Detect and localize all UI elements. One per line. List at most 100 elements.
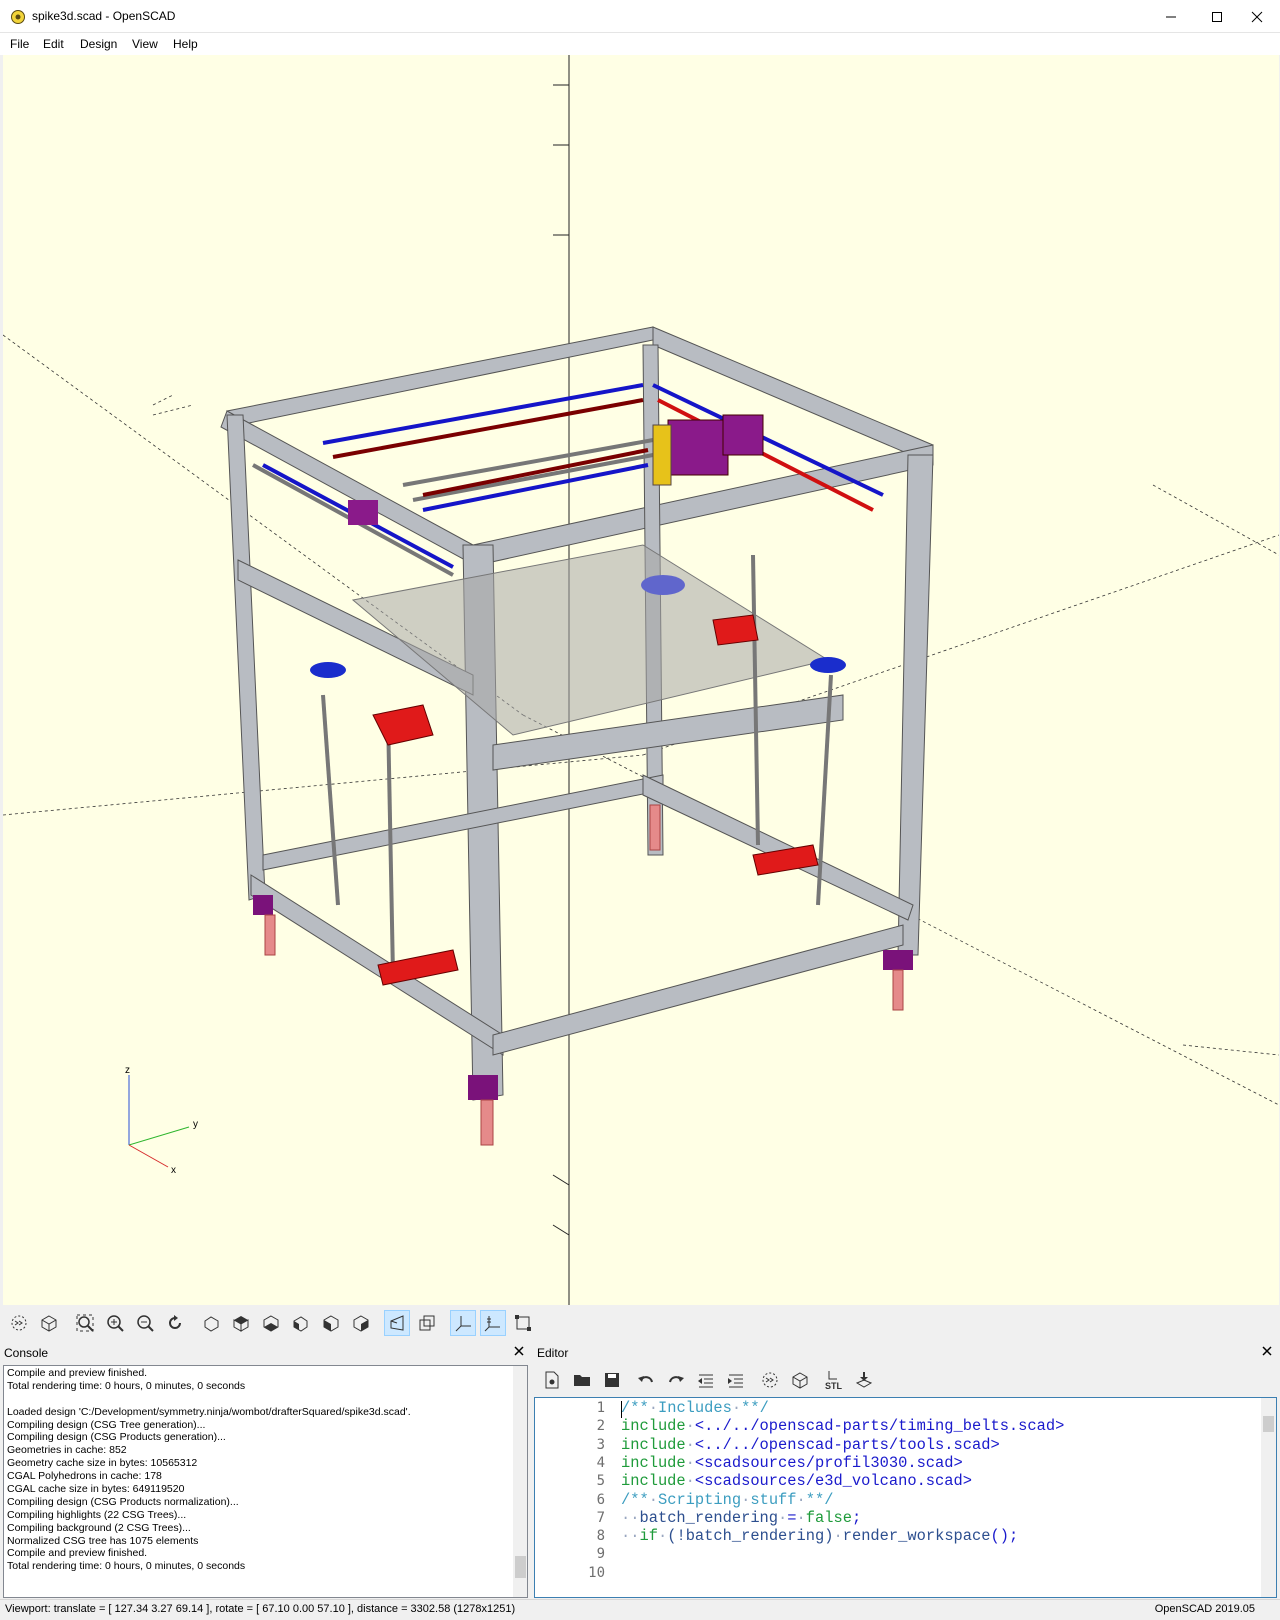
- menu-bar: File Edit Design View Help: [0, 33, 1280, 55]
- code-token: stuff: [750, 1490, 797, 1509]
- editor-header: Editor: [533, 1343, 1280, 1363]
- menu-file[interactable]: File: [10, 37, 29, 51]
- minimize-button[interactable]: [1148, 0, 1194, 33]
- view-left-icon: [293, 1316, 308, 1332]
- console-line: Compiling design (CSG Products generatio…: [7, 1431, 226, 1444]
- console-line: CGAL Polyhedrons in cache: 178: [7, 1470, 162, 1483]
- code-line: include·<scadsources/profil3030.scad>: [621, 1454, 963, 1472]
- close-button[interactable]: [1234, 0, 1280, 33]
- code-line: include·<../../openscad-parts/tools.scad…: [621, 1436, 1000, 1454]
- show-edges-icon: [515, 1315, 531, 1331]
- console-header: Console: [0, 1343, 530, 1363]
- view-front-button[interactable]: [318, 1310, 344, 1336]
- editor-scrollbar[interactable]: [1261, 1398, 1276, 1597]
- line-number: 4: [596, 1454, 605, 1471]
- console-line: Compiling highlights (22 CSG Trees)...: [7, 1508, 187, 1521]
- view-front-icon: [323, 1315, 339, 1332]
- maximize-icon: [1212, 11, 1222, 22]
- console-close-button[interactable]: [512, 1345, 526, 1359]
- code-token: if: [639, 1527, 658, 1546]
- redo-button[interactable]: [663, 1367, 689, 1393]
- unindent-button[interactable]: [693, 1367, 719, 1393]
- new-file-button[interactable]: [539, 1367, 565, 1393]
- code-token: ·: [648, 1399, 658, 1417]
- save-icon: [605, 1373, 619, 1387]
- editor-title: Editor: [537, 1346, 569, 1360]
- close-icon: [1251, 11, 1263, 22]
- render-icon: [792, 1372, 808, 1389]
- 3d-viewport[interactable]: z y x: [3, 55, 1279, 1305]
- menu-design[interactable]: Design: [80, 37, 117, 51]
- export-stl-button[interactable]: STL: [821, 1367, 847, 1393]
- view-left-button[interactable]: [288, 1310, 314, 1336]
- export-stl-icon: STL: [825, 1371, 843, 1391]
- console-scroll-thumb[interactable]: [515, 1556, 526, 1578]
- console-line: Compile and preview finished.: [7, 1367, 148, 1379]
- view-right-icon: [204, 1316, 219, 1332]
- line-number: 5: [596, 1473, 605, 1490]
- axis-label-x: x: [171, 1165, 176, 1176]
- indent-button[interactable]: [723, 1367, 749, 1393]
- render-icon: [41, 1315, 57, 1332]
- view-top-button[interactable]: [228, 1310, 254, 1336]
- console-line: Normalized CSG tree has 1075 elements: [7, 1534, 199, 1547]
- code-token: **/: [805, 1490, 834, 1509]
- menu-view[interactable]: View: [132, 37, 158, 51]
- show-scale-markers-button[interactable]: [480, 1310, 506, 1336]
- orthogonal-button[interactable]: [414, 1310, 440, 1336]
- console-line: Geometry cache size in bytes: 10565312: [7, 1457, 198, 1470]
- render-button[interactable]: [36, 1310, 62, 1336]
- menu-help[interactable]: Help: [173, 37, 198, 51]
- editor-toolbar: STL: [535, 1364, 1280, 1396]
- view-back-button[interactable]: [348, 1310, 374, 1336]
- menu-edit[interactable]: Edit: [43, 37, 64, 51]
- zoom-in-button[interactable]: [102, 1310, 128, 1336]
- preview-button[interactable]: [6, 1310, 32, 1336]
- code-token: ·: [685, 1417, 695, 1436]
- viewport-toolbar: [0, 1305, 1280, 1341]
- minimize-icon: [1166, 16, 1176, 17]
- line-number-gutter: 1 2 3 4 5 6 7 8 9 10: [535, 1398, 619, 1597]
- show-edges-button[interactable]: [510, 1310, 536, 1336]
- code-token: include: [621, 1472, 686, 1491]
- view-right-button[interactable]: [198, 1310, 224, 1336]
- view-top-icon: [233, 1316, 249, 1332]
- undo-icon: [638, 1376, 653, 1383]
- editor-preview-button[interactable]: [757, 1367, 783, 1393]
- send-to-print-button[interactable]: [851, 1367, 877, 1393]
- view-all-button[interactable]: [72, 1310, 98, 1336]
- editor-close-button[interactable]: [1260, 1345, 1274, 1359]
- code-editor[interactable]: 1 2 3 4 5 6 7 8 9 10 /**·Includes·**/include·<../…: [534, 1397, 1277, 1598]
- open-file-button[interactable]: [569, 1367, 595, 1393]
- console-line: CGAL cache size in bytes: 649119520: [7, 1483, 185, 1496]
- save-button[interactable]: [599, 1367, 625, 1393]
- code-token: ·: [796, 1490, 806, 1509]
- view-back-icon: [353, 1315, 369, 1332]
- axis-gizmo: z y x: [125, 1065, 198, 1176]
- zoom-out-button[interactable]: [132, 1310, 158, 1336]
- undo-button[interactable]: [633, 1367, 659, 1393]
- code-token: ·: [833, 1527, 843, 1546]
- reset-view-button[interactable]: [162, 1310, 188, 1336]
- editor-scroll-thumb[interactable]: [1263, 1416, 1274, 1432]
- console-line: Compiling background (2 CSG Trees)...: [7, 1521, 191, 1534]
- console-scrollbar[interactable]: [513, 1366, 527, 1597]
- show-axes-button[interactable]: [450, 1310, 476, 1336]
- code-token: ··: [621, 1527, 640, 1546]
- console-output[interactable]: Compile and preview finished. Total rende…: [3, 1365, 528, 1598]
- title-bar[interactable]: spike3d.scad - OpenSCAD: [0, 0, 1280, 33]
- close-icon: [1262, 1346, 1272, 1356]
- orthogonal-icon: [419, 1315, 435, 1331]
- code-token: ·: [685, 1472, 695, 1491]
- view-bottom-button[interactable]: [258, 1310, 284, 1336]
- editor-render-button[interactable]: [787, 1367, 813, 1393]
- perspective-button[interactable]: [384, 1310, 410, 1336]
- zoom-in-icon: [107, 1315, 124, 1332]
- console-line: Total rendering time: 0 hours, 0 minutes…: [7, 1560, 246, 1573]
- line-number: 10: [588, 1564, 605, 1581]
- code-token: Includes: [657, 1399, 732, 1417]
- console-line: Compiling design (CSG Tree generation)..…: [7, 1418, 206, 1431]
- code-token: batch_rendering: [639, 1508, 779, 1527]
- unindent-icon: [698, 1374, 713, 1388]
- code-token: ·: [685, 1453, 695, 1472]
